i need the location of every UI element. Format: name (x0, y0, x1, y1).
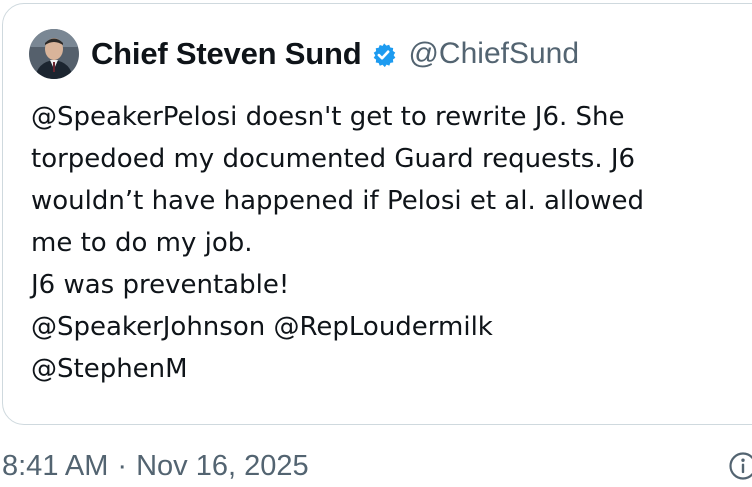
tweet-text-line: @StephenM (31, 354, 188, 384)
tweet-text-line: torpedoed my documented Guard requests. … (31, 144, 636, 174)
info-icon[interactable] (728, 451, 752, 481)
author-avatar[interactable] (29, 29, 79, 79)
tweet-date: Nov 16, 2025 (136, 449, 309, 482)
tweet-timestamp[interactable]: 8:41 AM · Nov 16, 2025 (0, 450, 309, 483)
tweet-text-line: @SpeakerPelosi doesn't get to rewrite J6… (31, 102, 625, 132)
author-name[interactable]: Chief Steven Sund (91, 36, 362, 72)
author-handle[interactable]: @ChiefSund (408, 37, 579, 71)
verified-badge-icon (374, 42, 396, 67)
tweet-text-line: J6 was preventable! (31, 270, 290, 300)
tweet-text-line: wouldn’t have happened if Pelosi et al. … (31, 186, 645, 216)
quoted-tweet-header: Chief Steven Sund @ChiefSund (29, 28, 579, 80)
tweet-text-line: @SpeakerJohnson @RepLoudermilk (31, 312, 493, 342)
quoted-tweet-text: @SpeakerPelosi doesn't get to rewrite J6… (31, 96, 752, 390)
quoted-tweet-card[interactable]: Chief Steven Sund @ChiefSund @SpeakerPel… (2, 3, 752, 425)
tweet-view: Chief Steven Sund @ChiefSund @SpeakerPel… (0, 0, 752, 487)
tweet-time: 8:41 AM (2, 449, 109, 482)
tweet-text-line: me to do my job. (31, 228, 253, 258)
meta-separator: · (117, 449, 128, 482)
tweet-meta-row: 8:41 AM · Nov 16, 2025 (0, 446, 752, 486)
